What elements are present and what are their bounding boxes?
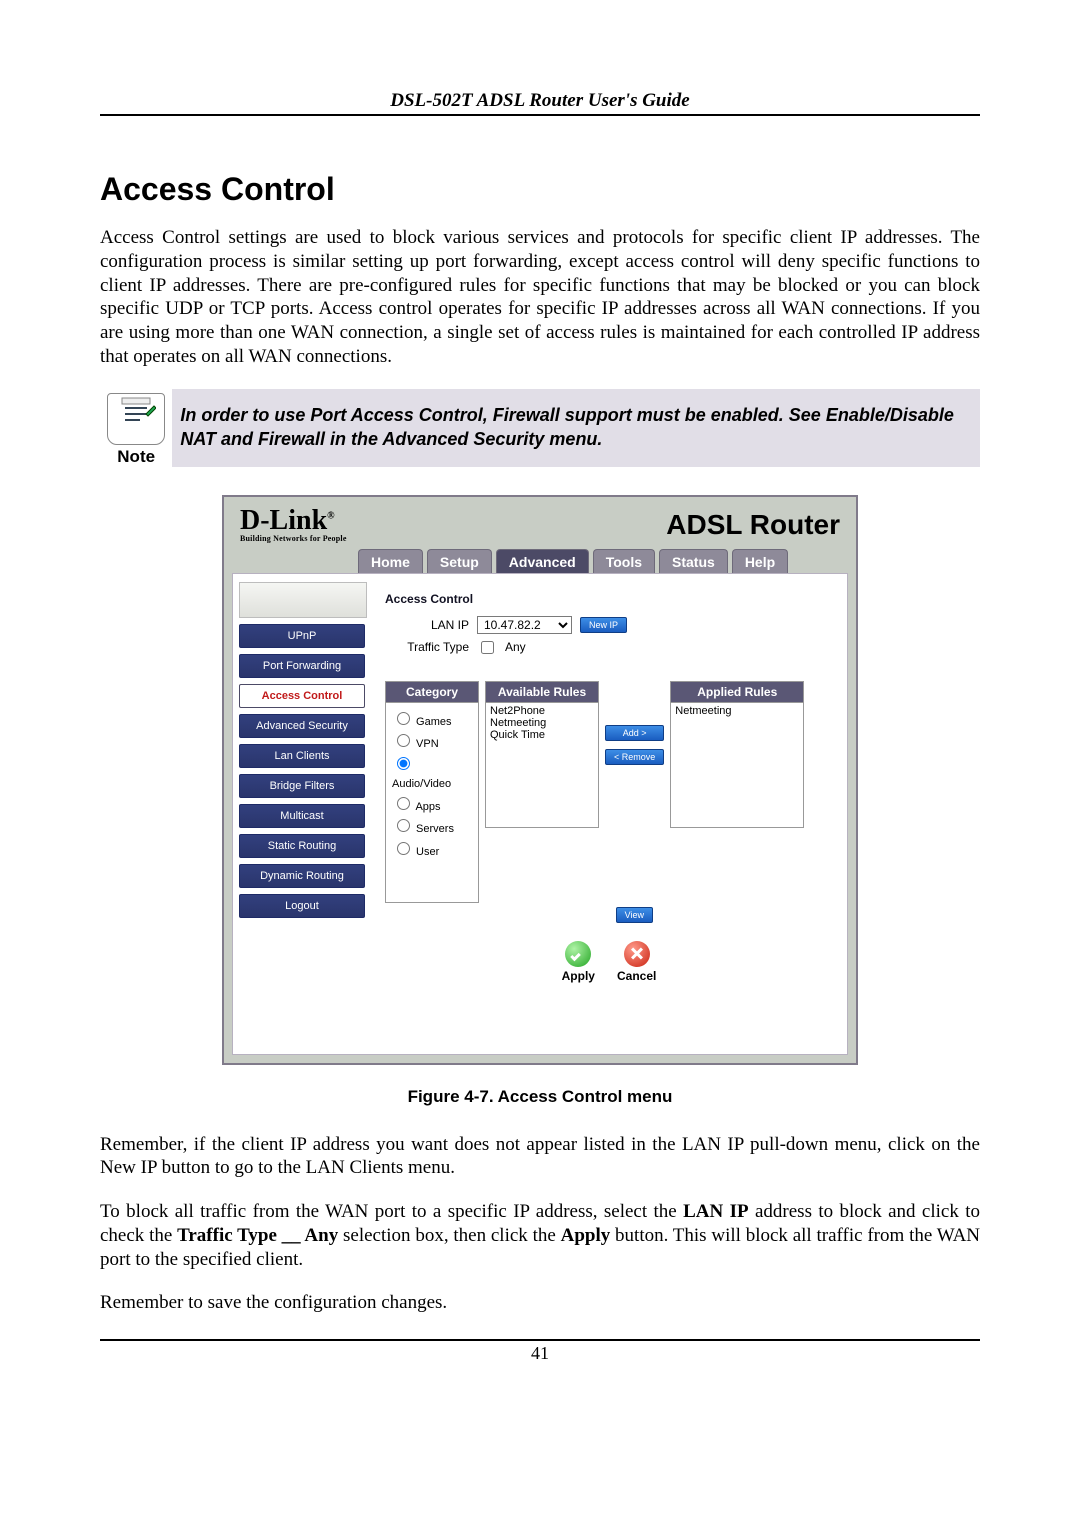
tab-help[interactable]: Help	[732, 549, 788, 573]
sidebar-item-access-control[interactable]: Access Control	[239, 684, 365, 708]
sidebar-thumbnail	[239, 582, 367, 618]
tab-home[interactable]: Home	[358, 549, 423, 573]
sidebar-item-bridge-filters[interactable]: Bridge Filters	[239, 774, 365, 798]
add-button[interactable]: Add >	[605, 725, 664, 741]
list-item[interactable]: Quick Time	[490, 729, 594, 741]
apply-button[interactable]: Apply	[562, 941, 595, 983]
page-title: Access Control	[100, 171, 980, 208]
traffic-type-label: Traffic Type	[385, 640, 469, 654]
sidebar-item-lan-clients[interactable]: Lan Clients	[239, 744, 365, 768]
device-title: ADSL Router	[666, 509, 840, 541]
list-item[interactable]: Netmeeting	[490, 717, 594, 729]
remember-paragraph-2: Remember to save the configuration chang…	[100, 1291, 980, 1315]
sidebar-item-logout[interactable]: Logout	[239, 894, 365, 918]
page-footer: 41	[100, 1339, 980, 1364]
category-user[interactable]: User	[392, 839, 472, 862]
available-header: Available Rules	[486, 682, 598, 703]
tab-advanced[interactable]: Advanced	[496, 549, 589, 573]
tab-tools[interactable]: Tools	[593, 549, 655, 573]
block-paragraph: To block all traffic from the WAN port t…	[100, 1200, 980, 1271]
sidebar-item-multicast[interactable]: Multicast	[239, 804, 365, 828]
category-apps[interactable]: Apps	[392, 794, 472, 817]
tab-setup[interactable]: Setup	[427, 549, 492, 573]
figure-caption: Figure 4-7. Access Control menu	[100, 1087, 980, 1107]
close-icon	[624, 941, 650, 967]
cancel-button[interactable]: Cancel	[617, 941, 656, 983]
note-text: In order to use Port Access Control, Fir…	[172, 389, 980, 466]
remove-button[interactable]: < Remove	[605, 749, 664, 765]
note-icon	[107, 393, 165, 445]
check-icon	[565, 941, 591, 967]
brand-logo: D-Link® Building Networks for People	[240, 507, 347, 543]
note-callout: Note In order to use Port Access Control…	[100, 389, 980, 467]
sidebar-item-dynamic-routing[interactable]: Dynamic Routing	[239, 864, 365, 888]
remember-paragraph-1: Remember, if the client IP address you w…	[100, 1133, 980, 1181]
applied-rules-list[interactable]: Netmeeting	[671, 703, 803, 827]
panel-title: Access Control	[385, 592, 833, 606]
category-vpn[interactable]: VPN	[392, 731, 472, 754]
category-servers[interactable]: Servers	[392, 816, 472, 839]
sidebar-item-advanced-security[interactable]: Advanced Security	[239, 714, 365, 738]
category-games[interactable]: Games	[392, 709, 472, 732]
list-item[interactable]: Net2Phone	[490, 705, 594, 717]
applied-header: Applied Rules	[671, 682, 803, 703]
sidebar-item-upnp[interactable]: UPnP	[239, 624, 365, 648]
new-ip-button[interactable]: New IP	[580, 617, 627, 633]
lan-ip-select[interactable]: 10.47.82.2	[477, 616, 572, 634]
available-rules-list[interactable]: Net2PhoneNetmeetingQuick Time	[486, 703, 598, 827]
intro-paragraph: Access Control settings are used to bloc…	[100, 226, 980, 369]
sidebar-item-port-forwarding[interactable]: Port Forwarding	[239, 654, 365, 678]
tab-status[interactable]: Status	[659, 549, 728, 573]
view-button[interactable]: View	[616, 907, 653, 923]
sidebar-item-static-routing[interactable]: Static Routing	[239, 834, 365, 858]
note-label: Note	[100, 447, 172, 467]
router-ui-screenshot: D-Link® Building Networks for People ADS…	[222, 495, 858, 1065]
category-header: Category	[386, 682, 478, 703]
page-header: DSL-502T ADSL Router User's Guide	[100, 90, 980, 116]
traffic-any-label: Any	[505, 640, 526, 654]
lan-ip-label: LAN IP	[385, 618, 469, 632]
category-audio-video[interactable]: Audio/Video	[392, 754, 472, 794]
list-item[interactable]: Netmeeting	[675, 705, 799, 717]
traffic-any-checkbox[interactable]	[481, 641, 494, 654]
